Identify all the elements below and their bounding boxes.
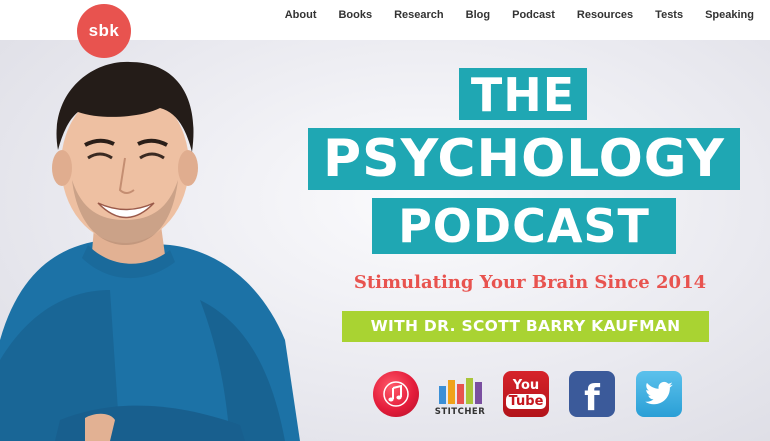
- youtube-tube-text: Tube: [505, 394, 547, 409]
- stitcher-icon: [438, 377, 482, 404]
- main-nav: About Books Research Blog Podcast Resour…: [263, 0, 754, 30]
- host-banner: WITH DR. SCOTT BARRY KAUFMAN: [342, 311, 709, 342]
- nav-research[interactable]: Research: [394, 9, 444, 21]
- twitter-bird-icon: [645, 381, 673, 405]
- platform-links: STITCHER You Tube f: [0, 371, 770, 423]
- nav-resources[interactable]: Resources: [577, 9, 633, 21]
- youtube-link[interactable]: You Tube: [503, 371, 549, 417]
- facebook-icon: f: [584, 377, 600, 419]
- nav-speaking[interactable]: Speaking: [705, 9, 754, 21]
- facebook-link[interactable]: f: [569, 371, 615, 419]
- nav-tests[interactable]: Tests: [655, 9, 683, 21]
- stitcher-link[interactable]: STITCHER: [432, 371, 488, 423]
- youtube-icon: You Tube: [505, 378, 547, 409]
- music-note-icon: [383, 381, 409, 407]
- title-line-psychology: PSYCHOLOGY: [308, 128, 740, 190]
- title-line-podcast: PODCAST: [372, 198, 676, 254]
- nav-blog[interactable]: Blog: [466, 9, 490, 21]
- podcast-hero: THE PSYCHOLOGY PODCAST Stimulating Your …: [0, 40, 770, 441]
- itunes-link[interactable]: [373, 371, 419, 417]
- nav-about[interactable]: About: [285, 9, 317, 21]
- stitcher-label: STITCHER: [434, 406, 486, 417]
- nav-books[interactable]: Books: [338, 9, 372, 21]
- title-line-the: THE: [459, 68, 587, 120]
- nav-podcast[interactable]: Podcast: [512, 9, 555, 21]
- tagline: Stimulating Your Brain Since 2014: [353, 272, 707, 293]
- youtube-you-text: You: [512, 378, 540, 393]
- twitter-link[interactable]: [636, 371, 682, 417]
- sbk-logo[interactable]: sbk: [77, 4, 131, 58]
